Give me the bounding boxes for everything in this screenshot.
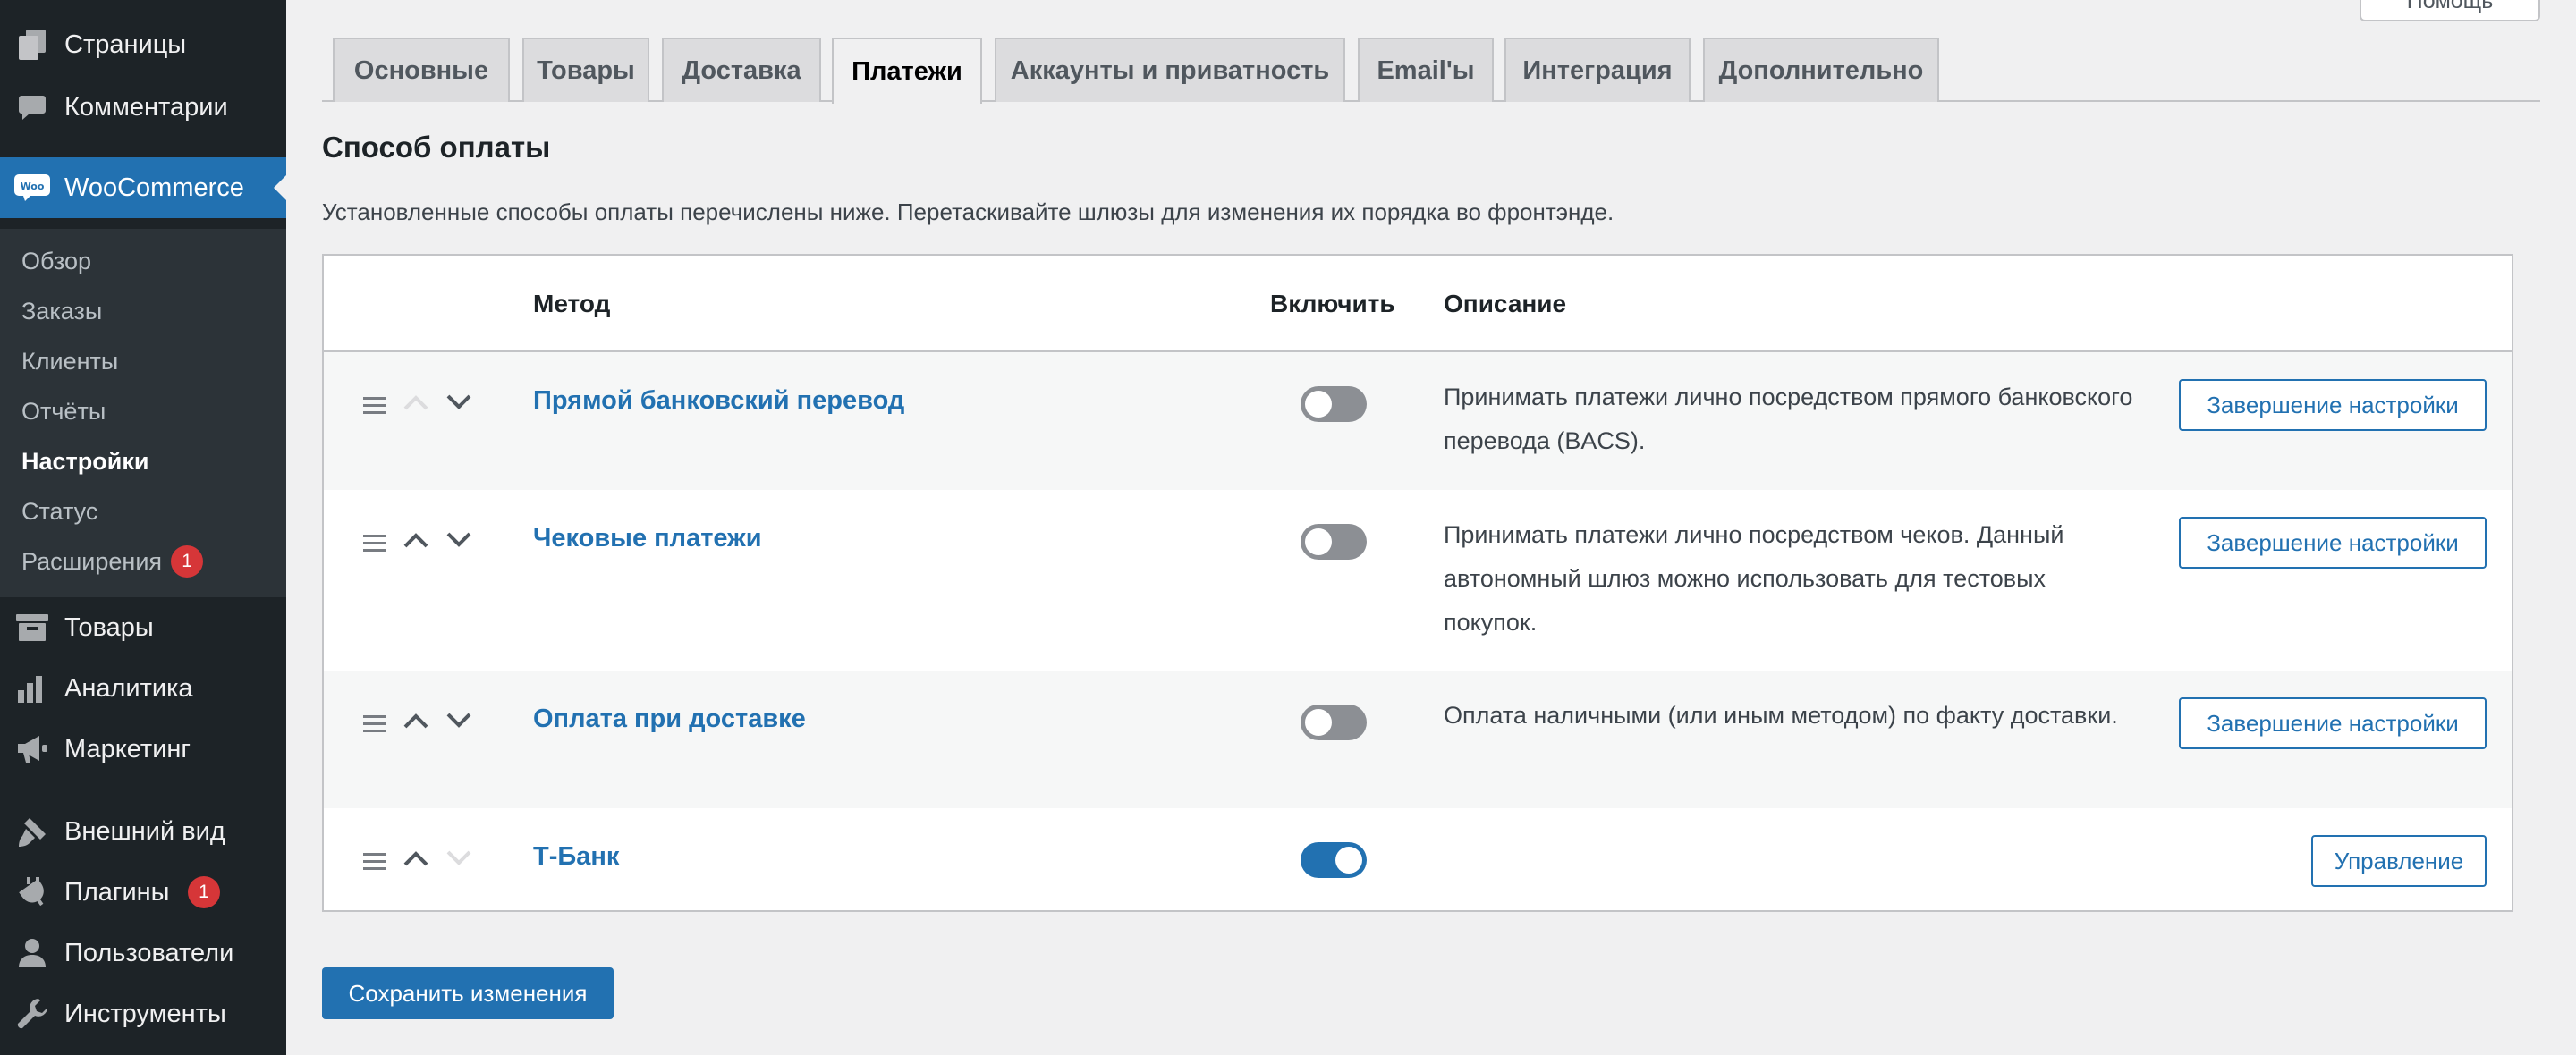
gateway-description: Оплата наличными (или иным методом) по ф…	[1444, 702, 2118, 729]
finish-setup-button[interactable]: Завершение настройки	[2179, 379, 2487, 431]
move-down-icon	[446, 850, 471, 865]
sidebar-item-label: Комментарии	[64, 92, 228, 122]
pages-icon	[14, 27, 50, 63]
payment-gateways-table: Метод Включить Описание Прямой банковски…	[322, 254, 2513, 912]
finish-setup-button[interactable]: Завершение настройки	[2179, 697, 2487, 749]
manage-button[interactable]: Управление	[2311, 835, 2487, 887]
finish-setup-button[interactable]: Завершение настройки	[2179, 517, 2487, 569]
tab-products[interactable]: Товары	[522, 38, 649, 102]
tools-icon	[14, 996, 50, 1032]
section-description: Установленные способы оплаты перечислены…	[322, 198, 1614, 225]
drag-handle-icon[interactable]	[363, 533, 386, 553]
move-up-icon[interactable]	[402, 531, 429, 549]
save-changes-button[interactable]: Сохранить изменения	[322, 967, 614, 1019]
sidebar-item-marketing[interactable]: Маркетинг	[0, 719, 286, 780]
sidebar-item-label: WooCommerce	[64, 173, 244, 202]
move-up-icon[interactable]	[402, 712, 429, 730]
drag-handle-icon[interactable]	[363, 713, 386, 733]
settings-tabs: Основные Товары Доставка Платежи Аккаунт…	[322, 0, 2540, 104]
gateway-enable-toggle[interactable]	[1301, 524, 1367, 560]
sidebar-item-analytics[interactable]: Аналитика	[0, 658, 286, 719]
sidebar-item-woocommerce[interactable]: Woo WooCommerce	[0, 157, 286, 218]
current-menu-arrow	[274, 175, 286, 200]
sidebar-item-products[interactable]: Товары	[0, 597, 286, 658]
sidebar-item-label: Пользователи	[64, 938, 234, 967]
sidebar-item-label: Страницы	[64, 30, 187, 59]
appearance-icon	[14, 814, 50, 849]
drag-handle-icon[interactable]	[363, 395, 386, 415]
gateway-enable-toggle[interactable]	[1301, 705, 1367, 740]
sidebar-item-tools[interactable]: Инструменты	[0, 983, 286, 1044]
woocommerce-icon: Woo	[14, 170, 50, 206]
column-header-method: Метод	[533, 290, 611, 317]
sidebar-item-comments[interactable]: Комментарии	[0, 77, 286, 138]
tab-general[interactable]: Основные	[333, 38, 510, 102]
plugins-update-badge: 1	[188, 876, 220, 908]
submenu-item-overview[interactable]: Обзор	[21, 240, 91, 283]
woocommerce-submenu: Обзор Заказы Клиенты Отчёты Настройки Ст…	[0, 229, 286, 597]
drag-handle-icon[interactable]	[363, 851, 386, 871]
move-down-icon[interactable]	[445, 712, 472, 730]
submenu-item-customers[interactable]: Клиенты	[21, 340, 118, 383]
tab-shipping[interactable]: Доставка	[662, 38, 821, 102]
analytics-icon	[14, 671, 50, 706]
tab-advanced[interactable]: Дополнительно	[1703, 38, 1939, 102]
gateway-name-link[interactable]: Чековые платежи	[533, 524, 762, 553]
sidebar-item-appearance[interactable]: Внешний вид	[0, 801, 286, 862]
submenu-item-orders[interactable]: Заказы	[21, 290, 102, 333]
table-row: Оплата при доставке Оплата наличными (ил…	[324, 671, 2512, 808]
comments-icon	[14, 89, 50, 125]
users-icon	[14, 935, 50, 971]
submenu-item-settings[interactable]: Настройки	[21, 440, 148, 483]
move-up-icon[interactable]	[402, 849, 429, 867]
sidebar-item-label: Внешний вид	[64, 816, 225, 846]
tab-integration[interactable]: Интеграция	[1504, 38, 1690, 102]
gateway-name-link[interactable]: Прямой банковский перевод	[533, 386, 904, 416]
move-up-icon	[403, 395, 428, 410]
products-icon	[14, 610, 50, 646]
tab-emails[interactable]: Email'ы	[1358, 38, 1494, 102]
sidebar-item-users[interactable]: Пользователи	[0, 923, 286, 983]
move-down-icon[interactable]	[445, 393, 472, 411]
sidebar-item-label: Аналитика	[64, 673, 193, 703]
submenu-item-reports[interactable]: Отчёты	[21, 390, 106, 433]
gateway-enable-toggle[interactable]	[1301, 842, 1367, 878]
svg-text:Woo: Woo	[21, 181, 45, 192]
tab-accounts-privacy[interactable]: Аккаунты и приватность	[995, 38, 1345, 102]
submenu-item-status[interactable]: Статус	[21, 490, 97, 533]
submenu-item-extensions[interactable]: Расширения 1	[21, 540, 204, 583]
section-title: Способ оплаты	[322, 131, 551, 164]
gateway-description: Принимать платежи лично посредством прям…	[1444, 384, 2133, 454]
table-row: Прямой банковский перевод Принимать плат…	[324, 352, 2512, 490]
sidebar-item-label: Товары	[64, 612, 154, 642]
sidebar-item-label: Плагины	[64, 877, 170, 907]
plugins-icon	[14, 874, 50, 910]
marketing-icon	[14, 731, 50, 767]
sidebar-item-label: Маркетинг	[64, 734, 191, 764]
table-row: Чековые платежи Принимать платежи лично …	[324, 490, 2512, 671]
gateway-name-link[interactable]: Т-Банк	[533, 842, 619, 872]
gateway-description: Принимать платежи лично посредством чеко…	[1444, 521, 2064, 636]
column-header-enable: Включить	[1270, 290, 1395, 317]
sidebar-item-pages[interactable]: Страницы	[0, 14, 286, 75]
sidebar-item-label: Инструменты	[64, 999, 226, 1028]
tab-payments[interactable]: Платежи	[832, 38, 982, 104]
update-count-badge: 1	[171, 545, 204, 578]
column-header-description: Описание	[1444, 290, 1567, 317]
gateway-name-link[interactable]: Оплата при доставке	[533, 705, 806, 734]
admin-sidebar: Страницы Комментарии Woo WooCommerce Обз…	[0, 0, 286, 1055]
table-row: Т-Банк Управление	[324, 808, 2512, 910]
sidebar-item-plugins[interactable]: Плагины 1	[0, 862, 286, 923]
gateway-enable-toggle[interactable]	[1301, 386, 1367, 422]
move-down-icon[interactable]	[445, 531, 472, 549]
